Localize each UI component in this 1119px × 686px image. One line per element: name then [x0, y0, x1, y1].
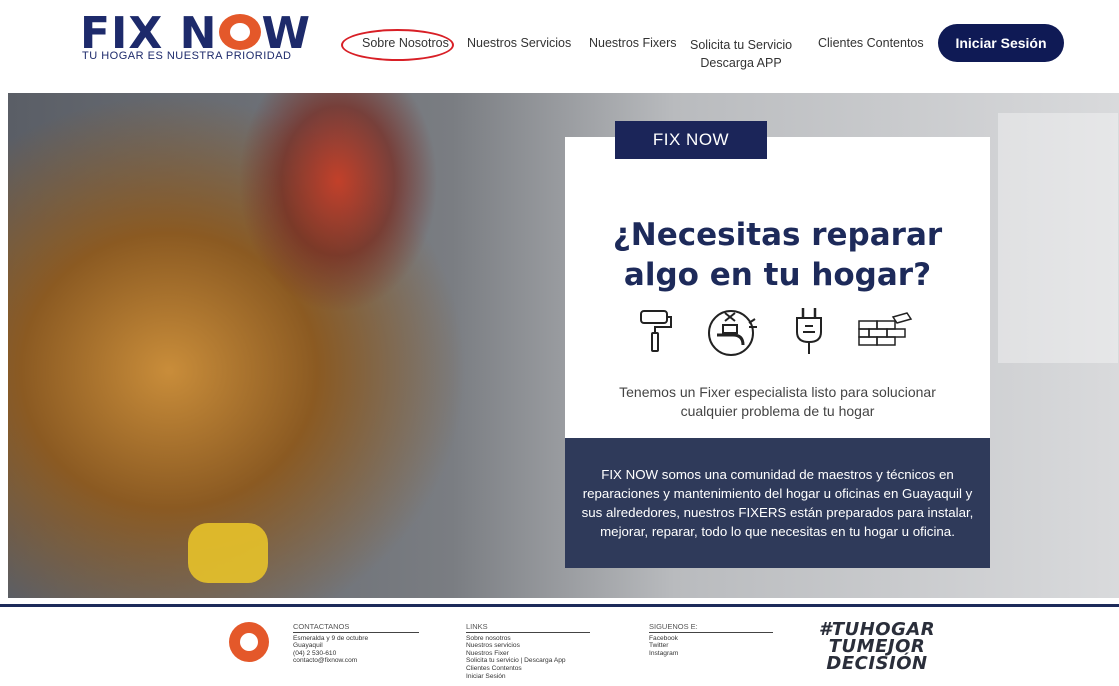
footer-contact-city: Guayaquil [293, 642, 323, 650]
paint-roller-icon [640, 310, 672, 352]
login-button[interactable]: Iniciar Sesión [938, 24, 1064, 62]
hero-title-line2: algo en tu hogar? [623, 257, 932, 293]
nav-solicita-label: Solicita tu Servicio [690, 38, 793, 52]
hashtag-line3: DECISIÓN [826, 653, 928, 674]
nav-nuestros-fixers[interactable]: Nuestros Fixers [589, 36, 677, 50]
footer-links: LINKS Sobre nosotros Nuestros servicios … [466, 623, 590, 680]
hero-banner: ¿Necesitas reparar algo en tu hogar? Ten… [8, 93, 1119, 598]
logo-o-icon [218, 14, 261, 50]
hero-photo-tape [188, 523, 268, 583]
footer-link-clientes[interactable]: Clientes Contentos [466, 665, 590, 673]
hashtag-slogan: #TUHOGAR TUMEJOR DECISIÓN [812, 621, 942, 674]
footer-social-twitter[interactable]: Twitter [649, 642, 773, 650]
footer-link-solicita[interactable]: Solicita tu servicio | Descarga App [466, 657, 590, 665]
footer-contact-phone: (04) 2 530-610 [293, 649, 337, 657]
footer-contact: CONTACTANOS Esmeralda y 9 de octubre Gua… [293, 623, 419, 665]
footer-social-heading: SIGUENOS E: [649, 623, 773, 633]
nav-solicita-servicio[interactable]: Solicita tu Servicio Descarga APP [690, 36, 792, 72]
hero-subtitle-line1: Tenemos un Fixer especialista listo para… [619, 384, 936, 400]
footer-social-instagram[interactable]: Instagram [649, 650, 773, 658]
hero-photo-window [998, 113, 1118, 363]
footer-link-sobre-nosotros[interactable]: Sobre nosotros [466, 635, 590, 643]
footer-divider [0, 604, 1119, 607]
hero-subtitle-line2: cualquier problema de tu hogar [680, 403, 875, 419]
logo-tagline: TU HOGAR ES NUESTRA PRIORIDAD [82, 50, 292, 62]
footer-contact-heading: CONTACTANOS [293, 623, 419, 633]
footer-social-facebook[interactable]: Facebook [649, 635, 773, 643]
nav-nuestros-servicios[interactable]: Nuestros Servicios [467, 36, 571, 50]
hero-photo-drill [238, 93, 438, 313]
hero-card: ¿Necesitas reparar algo en tu hogar? Ten… [565, 137, 990, 438]
site-header: FIX NW TU HOGAR ES NUESTRA PRIORIDAD Sob… [0, 0, 1119, 92]
hero-description: FIX NOW somos una comunidad de maestros … [565, 438, 990, 568]
nav-descarga-app-label: Descarga APP [700, 56, 782, 70]
bricks-icon [858, 312, 913, 346]
plug-icon [796, 308, 822, 354]
footer-link-fixer[interactable]: Nuestros Fixer [466, 650, 590, 658]
hero-title-line1: ¿Necesitas reparar [612, 217, 943, 253]
footer-logo-icon[interactable] [229, 622, 269, 662]
hero-title: ¿Necesitas reparar algo en tu hogar? [565, 215, 990, 295]
service-icons [635, 303, 915, 359]
footer-link-servicios[interactable]: Nuestros servicios [466, 642, 590, 650]
nav-clientes-contentos[interactable]: Clientes Contentos [818, 36, 924, 50]
footer-link-iniciar-sesion[interactable]: Iniciar Sesión [466, 673, 590, 681]
hero-subtitle: Tenemos un Fixer especialista listo para… [565, 383, 990, 421]
highlight-circle-annotation [341, 29, 454, 61]
fixnow-logo[interactable]: FIX NW TU HOGAR ES NUESTRA PRIORIDAD [80, 12, 316, 64]
footer-contact-address: Esmeralda y 9 de octubre [293, 634, 369, 642]
footer-contact-email[interactable]: contacto@fixnow.com [293, 657, 419, 665]
hero-tag-fixnow: FIX NOW [615, 121, 767, 159]
footer-links-heading: LINKS [466, 623, 590, 633]
faucet-icon [708, 310, 757, 356]
footer-social: SIGUENOS E: Facebook Twitter Instagram [649, 623, 773, 657]
